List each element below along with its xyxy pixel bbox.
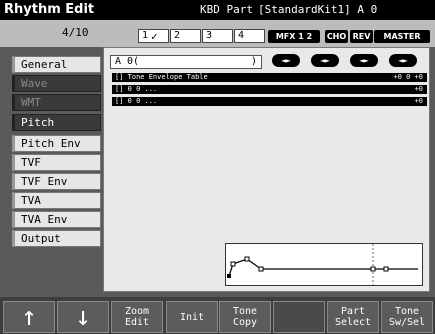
part-select-button[interactable]: Part Select [327, 301, 379, 333]
part-3-checkbox[interactable]: 3 [202, 29, 233, 43]
kit-label: [StandardKit1] A 0 [258, 3, 378, 16]
env-point [227, 274, 231, 278]
tab-pitch[interactable]: Pitch [12, 114, 101, 131]
pill-button-2[interactable]: ◄► [311, 54, 339, 67]
master-badge: MASTER [374, 30, 430, 43]
part-1-checkbox[interactable]: 1 ✓ [138, 29, 169, 43]
tone-copy-button[interactable]: Tone Copy [219, 301, 271, 333]
tone-sw-sel-button[interactable]: Tone Sw/Sel [381, 301, 433, 333]
cursor-down-button[interactable]: ↓ [57, 301, 109, 333]
list-item[interactable]: [] Tone Envelope Table +0 0 +0 [112, 73, 427, 82]
tab-pitch-env[interactable]: Pitch Env [12, 135, 101, 152]
env-point [370, 266, 376, 272]
init-button[interactable]: Init [166, 301, 218, 333]
cho-badge: CHO [325, 30, 348, 43]
pill-button-4[interactable]: ◄► [389, 54, 417, 67]
env-point [383, 266, 389, 272]
pitch-envelope-graph [225, 243, 423, 286]
blank-function-button[interactable] [273, 301, 325, 333]
title-bar: Rhythm Edit KBD Part [StandardKit1] A 0 [0, 0, 435, 20]
pill-button-3[interactable]: ◄► [350, 54, 378, 67]
tab-tva[interactable]: TVA [12, 192, 101, 209]
envelope-line [228, 258, 418, 277]
app-title: Rhythm Edit [4, 2, 95, 17]
part-4-checkbox[interactable]: 4 [234, 29, 265, 43]
tab-general[interactable]: General [12, 56, 101, 73]
list-item[interactable]: [] 0 0 ... +0 [112, 85, 427, 94]
tab-tvf-env[interactable]: TVF Env [12, 173, 101, 190]
tab-wmt[interactable]: WMT [12, 94, 101, 111]
part-2-checkbox[interactable]: 2 [170, 29, 201, 43]
tab-wave[interactable]: Wave [12, 75, 101, 92]
part-label: KBD Part [200, 3, 253, 16]
env-point [230, 261, 236, 267]
cursor-up-button[interactable]: ↑ [3, 301, 55, 333]
tab-tva-env[interactable]: TVA Env [12, 211, 101, 228]
list-item[interactable]: [] 0 0 ... +0 [112, 97, 427, 106]
arrow-up-icon: ↑ [21, 302, 37, 332]
rev-badge: REV [350, 30, 373, 43]
mfx-badge: MFX 1 2 [268, 30, 320, 43]
arrow-down-icon: ↓ [75, 302, 91, 332]
page-indicator: 4/10 [62, 26, 89, 39]
env-point [244, 256, 250, 262]
tab-output[interactable]: Output [12, 230, 101, 247]
pill-button-1[interactable]: ◄► [272, 54, 300, 67]
wave-select[interactable]: A 0( ) [110, 55, 262, 69]
zoom-edit-button[interactable]: Zoom Edit [111, 301, 163, 333]
envelope-svg [227, 244, 418, 285]
tab-tvf[interactable]: TVF [12, 154, 101, 171]
env-point [258, 266, 264, 272]
